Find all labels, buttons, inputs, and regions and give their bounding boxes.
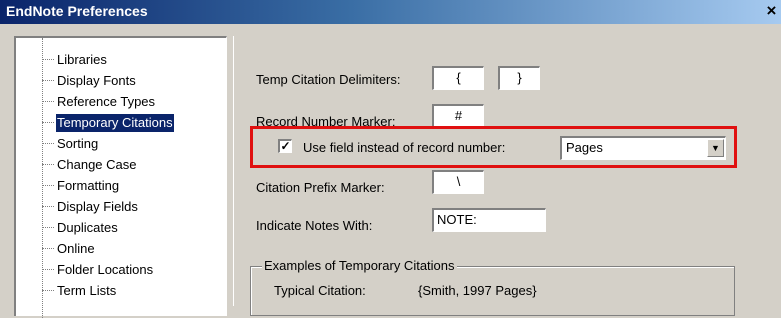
tree-item-temporary-citations[interactable]: Temporary Citations	[16, 113, 216, 133]
tree-item-label: Libraries	[57, 52, 107, 67]
tree-item-label: Sorting	[57, 136, 99, 151]
tree-item-label: Term Lists	[57, 283, 117, 298]
tree-item-sorting[interactable]: Sorting	[16, 134, 216, 154]
tree-item-term-lists[interactable]: Term Lists	[16, 281, 216, 301]
tree-item-label: Folder Locations	[57, 262, 154, 277]
window-title: EndNote Preferences	[6, 3, 148, 19]
tree-item-display-fields[interactable]: Display Fields	[16, 197, 216, 217]
use-field-select-value: Pages	[566, 140, 603, 155]
close-delimiter-input[interactable]: }	[498, 66, 540, 90]
preferences-tree: Libraries Display Fonts Reference Types …	[14, 36, 227, 318]
tree-item-label: Duplicates	[57, 220, 118, 235]
typical-citation-label: Typical Citation:	[274, 283, 366, 298]
tree-item-online[interactable]: Online	[16, 239, 216, 259]
citation-prefix-marker-label: Citation Prefix Marker:	[256, 180, 385, 195]
tree-item-formatting[interactable]: Formatting	[16, 176, 216, 196]
tree-item-label: Reference Types	[57, 94, 156, 109]
tree-item-folder-locations[interactable]: Folder Locations	[16, 260, 216, 280]
tree-item-label: Change Case	[57, 157, 137, 172]
use-field-label: Use field instead of record number:	[303, 140, 506, 155]
tree-item-label: Formatting	[57, 178, 120, 193]
checkmark-icon: ✓	[280, 139, 291, 153]
tree-item-label: Display Fields	[57, 199, 138, 214]
title-bar: EndNote Preferences	[0, 0, 781, 24]
temp-citation-delimiters-label: Temp Citation Delimiters:	[256, 72, 401, 87]
tree-item-libraries[interactable]: Libraries	[16, 50, 216, 70]
close-button[interactable]: ×	[762, 2, 781, 21]
use-field-checkbox[interactable]: ✓	[278, 139, 292, 153]
indicate-notes-input[interactable]: NOTE:	[432, 208, 546, 232]
tree-item-label: Temporary Citations	[56, 114, 174, 132]
chevron-down-icon[interactable]: ▼	[707, 139, 724, 157]
tree-item-label: Online	[57, 241, 95, 256]
tree-item-label: Display Fonts	[57, 73, 136, 88]
record-number-marker-input[interactable]: #	[432, 104, 484, 128]
open-delimiter-input[interactable]: {	[432, 66, 484, 90]
tree-item-display-fonts[interactable]: Display Fonts	[16, 71, 216, 91]
typical-citation-value: {Smith, 1997 Pages}	[418, 283, 537, 298]
tree-item-change-case[interactable]: Change Case	[16, 155, 216, 175]
use-field-select[interactable]: Pages ▼	[560, 136, 726, 160]
examples-group-title: Examples of Temporary Citations	[262, 258, 457, 273]
indicate-notes-label: Indicate Notes With:	[256, 218, 373, 233]
tree-item-duplicates[interactable]: Duplicates	[16, 218, 216, 238]
citation-prefix-marker-input[interactable]: \	[432, 170, 484, 194]
panel-splitter[interactable]	[233, 36, 234, 306]
tree-item-reference-types[interactable]: Reference Types	[16, 92, 216, 112]
